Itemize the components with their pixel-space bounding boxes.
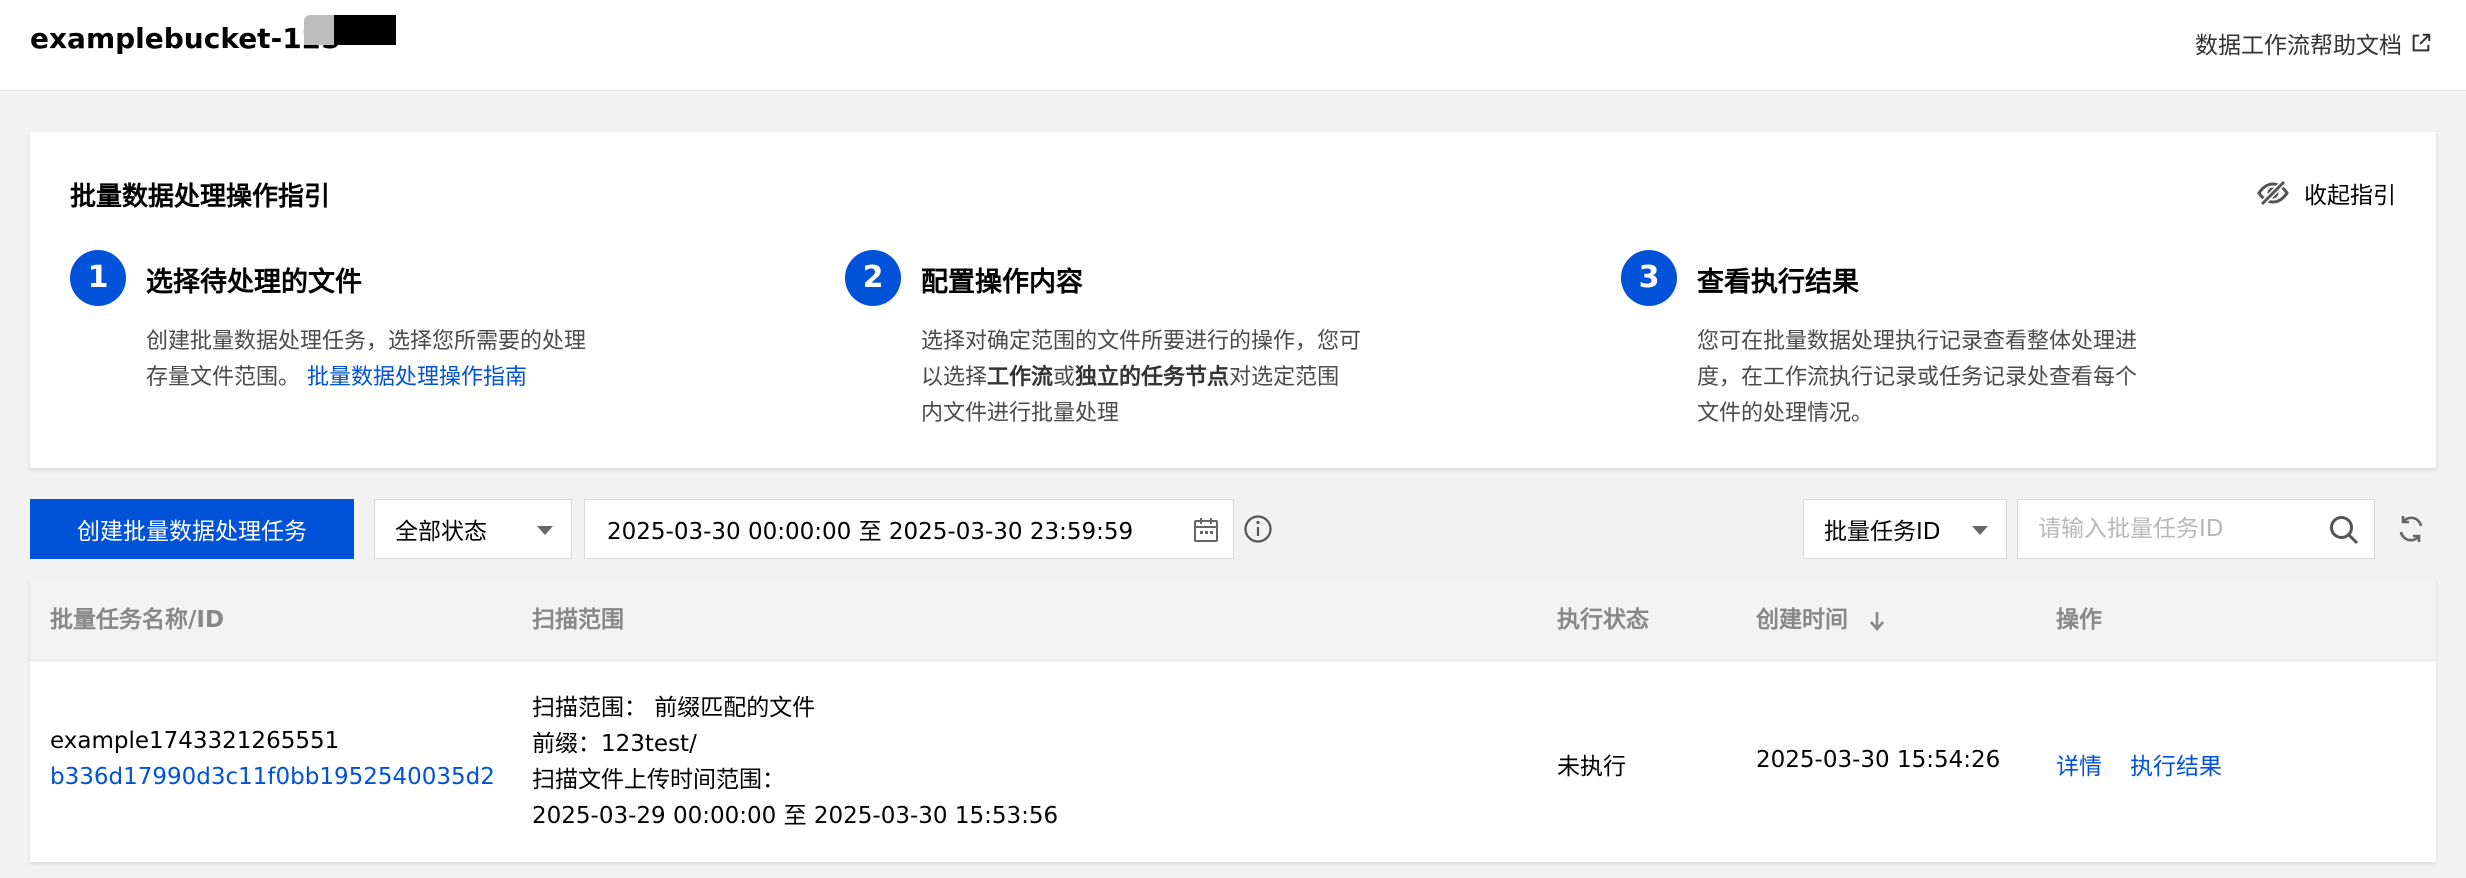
redacted-block [304,15,334,45]
step-description: 您可在批量数据处理执行记录查看整体处理进度，在工作流执行记录或任务记录处查看每个… [1697,329,2138,426]
scan-time-label: 扫描文件上传时间范围： [532,767,785,793]
step-description: 创建批量数据处理任务，选择您所需要的处理存量文件范围。 批量数据处理操作指南 [146,324,586,396]
scan-time-range: 2025-03-29 00:00:00 至 2025-03-30 15:53:5… [532,803,1059,829]
step-description-bold: 工作流 [987,365,1054,390]
status-value: 未执行 [1557,754,1626,780]
batch-task-table: 批量任务名称/ID 扫描范围 执行状态 创建时间 操作 example17433… [30,580,2436,862]
details-link[interactable]: 详情 [2056,747,2102,781]
chevron-down-icon [537,526,553,535]
status-select[interactable]: 全部状态 [374,499,572,559]
toolbar: 创建批量数据处理任务 全部状态 2025-03-30 00:00:00 至 20… [0,499,2466,559]
refresh-icon[interactable] [2395,513,2427,545]
date-range-picker[interactable]: 2025-03-30 00:00:00 至 2025-03-30 23:59:5… [584,499,1234,559]
bucket-name: examplebucket-125 [30,22,341,55]
table-header: 批量任务名称/ID 扫描范围 执行状态 创建时间 操作 [30,580,2436,661]
column-header-status: 执行状态 [1557,607,1649,633]
guide-panel: 批量数据处理操作指引 收起指引 1 选择待处理的文件 创建批量数据处理任务，选择… [30,132,2436,468]
date-range-value: 2025-03-30 00:00:00 至 2025-03-30 23:59:5… [607,519,1134,545]
eye-off-icon [2257,179,2289,207]
step-title: 配置操作内容 [921,267,1083,298]
info-icon[interactable] [1243,514,1273,544]
task-id-link[interactable]: b336d17990d3c11f0bb1952540035d2 [50,764,510,790]
search-type-select[interactable]: 批量任务ID [1803,499,2007,559]
guide-title: 批量数据处理操作指引 [70,182,331,212]
batch-guide-link[interactable]: 批量数据处理操作指南 [307,365,527,390]
redacted-block [334,15,396,45]
help-doc-label: 数据工作流帮助文档 [2195,33,2402,59]
column-header-actions: 操作 [2056,607,2102,633]
column-header-created-label: 创建时间 [1756,607,1848,633]
created-time: 2025-03-30 15:54:26 [1756,747,2001,773]
scan-scope-line: 扫描范围： 前缀匹配的文件 [532,695,816,721]
calendar-icon [1194,518,1218,542]
scan-prefix-line: 前缀：123test/ [532,731,697,757]
collapse-guide-button[interactable]: 收起指引 [2256,176,2396,210]
step-description-text: 或 [1053,365,1076,390]
column-header-name: 批量任务名称/ID [50,607,225,633]
step-description-bold: 独立的任务节点 [1075,365,1230,390]
top-bar: examplebucket-125 数据工作流帮助文档 [0,0,2466,91]
search-box [2017,499,2375,559]
scan-scope-cell: 扫描范围： 前缀匹配的文件 前缀：123test/ 扫描文件上传时间范围： 20… [532,690,1058,834]
step-number: 1 [70,250,126,306]
column-header-created[interactable]: 创建时间 [1756,580,1886,661]
step-title: 查看执行结果 [1697,267,1859,298]
search-type-value: 批量任务ID [1824,519,1941,545]
create-batch-task-button[interactable]: 创建批量数据处理任务 [30,499,354,559]
step-description: 选择对确定范围的文件所要进行的操作，您可以选择工作流或独立的任务节点对选定范围内… [921,324,1361,432]
sort-down-icon[interactable] [1868,610,1886,632]
status-select-value: 全部状态 [395,519,487,545]
search-icon[interactable] [2328,514,2360,546]
search-input[interactable] [2018,500,2308,558]
chevron-down-icon [1972,526,1988,535]
step-number: 3 [1621,250,1677,306]
step-title: 选择待处理的文件 [146,267,362,298]
help-doc-link[interactable]: 数据工作流帮助文档 [2195,26,2432,60]
task-name: example1743321265551 [50,728,340,754]
external-link-icon [2412,33,2431,52]
collapse-guide-label: 收起指引 [2304,183,2396,209]
column-header-scope: 扫描范围 [532,607,624,633]
step-number: 2 [845,250,901,306]
results-link[interactable]: 执行结果 [2130,747,2222,781]
